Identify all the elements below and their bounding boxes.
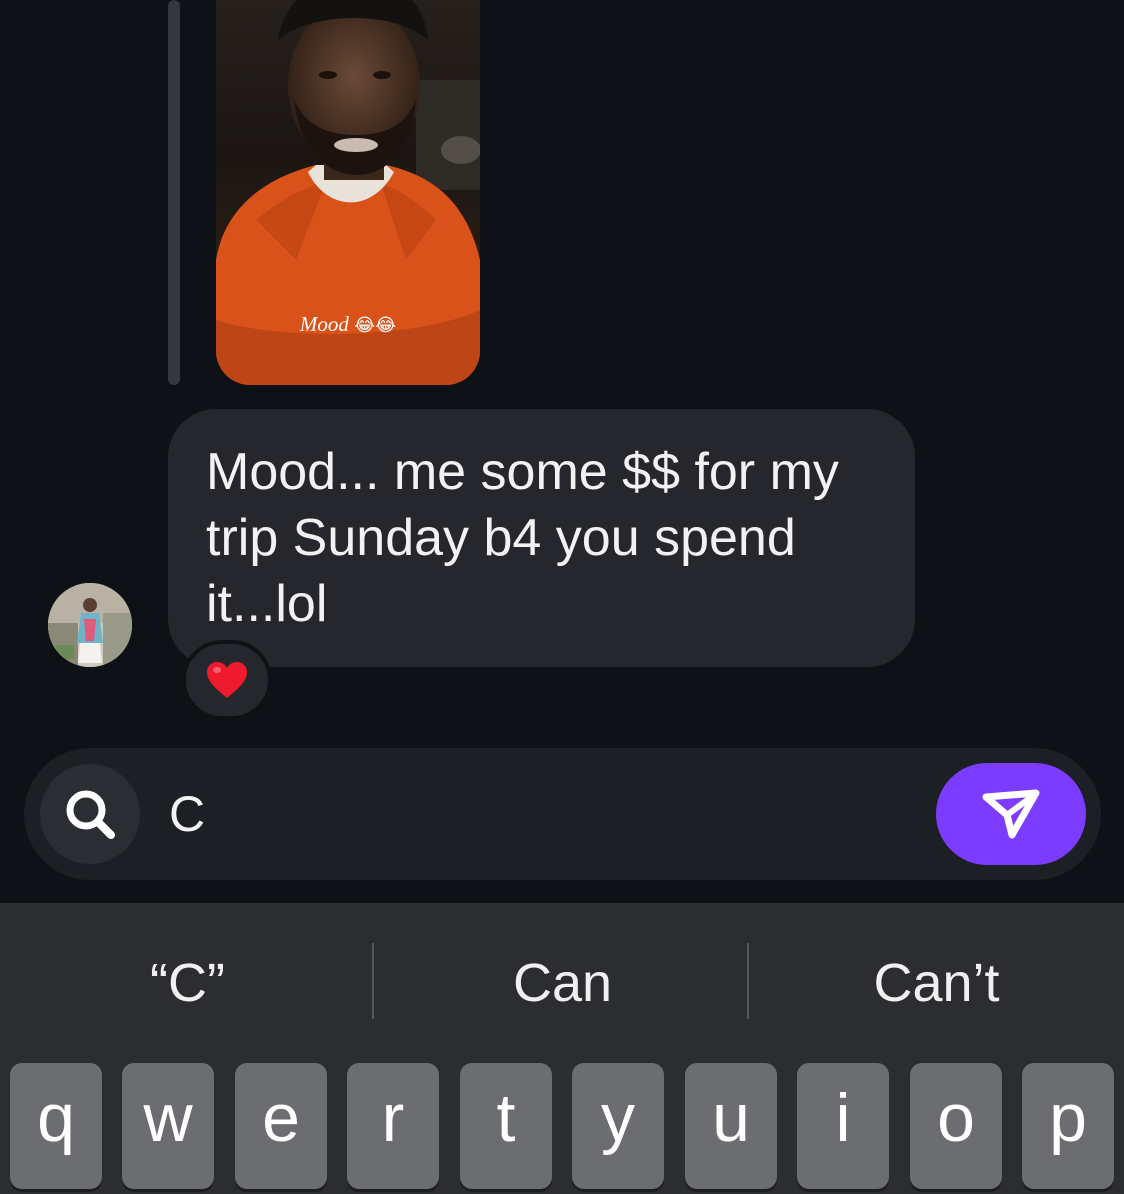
chat-screen: Mood 😂😂 Mood... me some $$ for my trip S… — [0, 0, 1124, 1194]
key-q[interactable]: q — [10, 1063, 102, 1189]
sender-avatar[interactable] — [48, 583, 132, 667]
key-t[interactable]: t — [460, 1063, 552, 1189]
key-r[interactable]: r — [347, 1063, 439, 1189]
key-o[interactable]: o — [910, 1063, 1002, 1189]
suggestion-literal[interactable]: “C” — [0, 947, 375, 1019]
gif-search-button[interactable] — [40, 764, 140, 864]
message-composer — [24, 748, 1101, 880]
suggestion-can[interactable]: Can — [375, 947, 750, 1019]
autocorrect-bar: “C” Can Can’t — [0, 903, 1124, 1061]
message-bubble[interactable]: Mood... me some $$ for my trip Sunday b4… — [168, 409, 915, 667]
suggestion-divider — [372, 943, 374, 1019]
story-caption-text: Mood — [299, 312, 349, 336]
reaction-badge[interactable]: ❤️ — [182, 640, 272, 720]
suggestion-cant[interactable]: Can’t — [749, 947, 1124, 1019]
key-w[interactable]: w — [122, 1063, 214, 1189]
message-text: Mood... me some $$ for my trip Sunday b4… — [206, 443, 839, 633]
story-caption: Mood 😂😂 — [216, 312, 480, 337]
reply-thread-bar — [168, 0, 180, 385]
heart-icon — [207, 662, 247, 698]
story-reply-thumbnail[interactable]: Mood 😂😂 — [216, 0, 480, 385]
key-i[interactable]: i — [797, 1063, 889, 1189]
key-p[interactable]: p — [1022, 1063, 1114, 1189]
search-icon — [66, 790, 115, 839]
message-input[interactable] — [169, 778, 929, 850]
story-caption-emoji: 😂😂 — [354, 315, 397, 336]
key-u[interactable]: u — [685, 1063, 777, 1189]
avatar-image — [48, 583, 132, 667]
send-icon — [982, 789, 1040, 839]
send-button[interactable] — [936, 763, 1086, 865]
key-e[interactable]: e — [235, 1063, 327, 1189]
key-y[interactable]: y — [572, 1063, 664, 1189]
keyboard: “C” Can Can’t q w e r t y u i o p — [0, 903, 1124, 1194]
